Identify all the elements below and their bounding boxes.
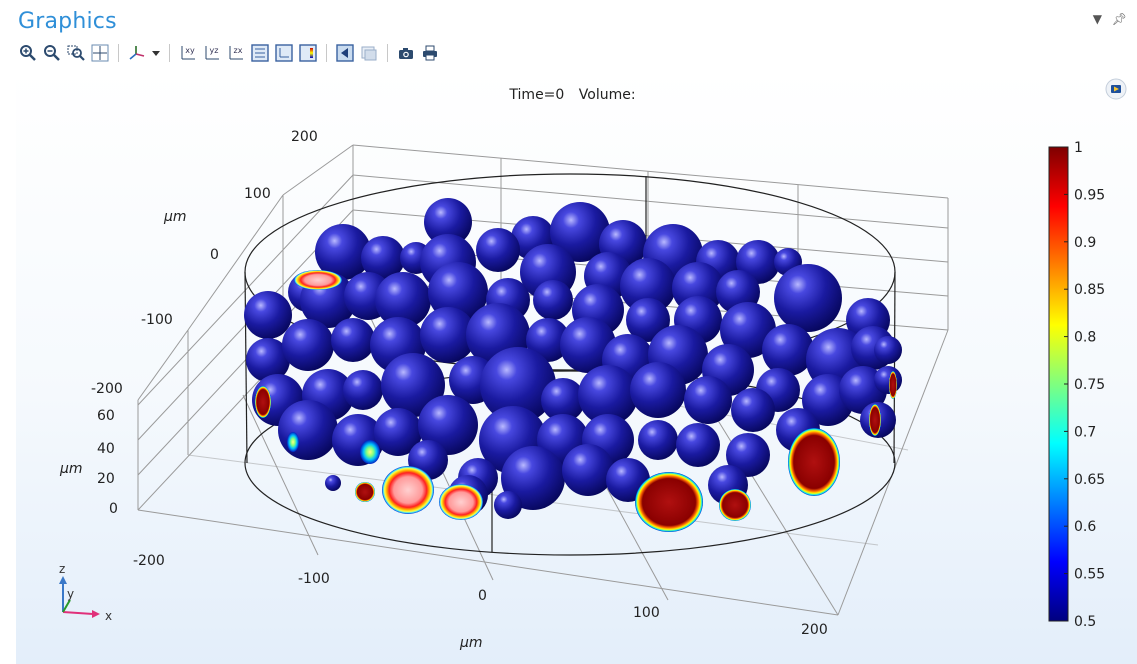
sphere-cross-section	[439, 484, 483, 520]
triad-z-label: z	[59, 562, 65, 576]
sphere	[762, 324, 814, 376]
x-tick-label: 0	[478, 588, 487, 604]
axis-triad: z y x	[59, 562, 112, 623]
sphere	[282, 319, 334, 371]
colorbar-tick-label: 0.9	[1074, 235, 1096, 251]
colorbar-tick-label: 0.6	[1074, 519, 1096, 535]
colorbar-tick-label: 0.85	[1074, 282, 1105, 298]
plot-3d[interactable]: 200 100 0 -100 -200 μm 60 40 20 0 μm -20…	[8, 0, 1137, 664]
colorbar-tick-label: 0.8	[1074, 330, 1096, 346]
z-unit-label: μm	[59, 461, 83, 477]
sphere-cross-section	[788, 428, 840, 496]
y-tick-label: 100	[244, 186, 271, 202]
sphere	[494, 491, 522, 519]
sphere-cross-section	[719, 489, 751, 521]
sphere	[638, 420, 678, 460]
sphere	[278, 400, 338, 460]
colorbar-tick-label: 0.5	[1074, 614, 1096, 630]
sphere	[343, 370, 383, 410]
triad-y-label: y	[67, 587, 74, 601]
sphere-cross-section	[889, 371, 897, 399]
y-unit-label: μm	[163, 209, 187, 225]
z-tick-label: 40	[97, 441, 115, 457]
x-tick-label: -200	[133, 553, 165, 569]
graphics-panel: Graphics ▼ 📌︎ xy yz zx Time=0 Volume: 20…	[8, 0, 1137, 664]
sphere-cross-section	[360, 440, 380, 464]
y-tick-label: 200	[291, 129, 318, 145]
sphere	[676, 423, 720, 467]
sphere	[331, 318, 375, 362]
sphere-packing	[244, 198, 902, 532]
sphere	[562, 444, 614, 496]
x-unit-label: μm	[459, 635, 483, 651]
sphere-cross-section	[869, 404, 881, 436]
sphere	[774, 264, 842, 332]
sphere	[476, 228, 520, 272]
z-tick-label: 60	[97, 408, 115, 424]
y-tick-label: -200	[91, 381, 123, 397]
sphere-cross-section	[635, 472, 703, 532]
y-tick-label: 0	[210, 247, 219, 263]
sphere	[325, 475, 341, 491]
sphere-cross-section	[287, 432, 299, 452]
sphere	[630, 362, 686, 418]
sphere-cross-section	[255, 386, 271, 418]
sphere-cross-section	[382, 466, 434, 514]
z-tick-label: 20	[97, 471, 115, 487]
sphere	[684, 376, 732, 424]
colorbar: 1 0.95 0.9 0.85 0.8 0.75 0.7 0.65 0.6 0.55 0.5	[1048, 140, 1105, 630]
triad-x-label: x	[105, 609, 112, 623]
sphere	[874, 336, 902, 364]
sphere-cross-section	[355, 482, 375, 502]
sphere	[533, 280, 573, 320]
colorbar-tick-label: 0.55	[1074, 567, 1105, 583]
x-tick-label: -100	[298, 571, 330, 587]
colorbar-tick-label: 1	[1074, 140, 1083, 156]
x-tick-label: 100	[633, 605, 660, 621]
colorbar-tick-label: 0.95	[1074, 187, 1105, 203]
colorbar-tick-label: 0.65	[1074, 472, 1105, 488]
sphere-cross-section	[294, 270, 342, 290]
z-tick-label: 0	[109, 501, 118, 517]
colorbar-tick-label: 0.75	[1074, 377, 1105, 393]
y-tick-label: -100	[141, 312, 173, 328]
sphere	[244, 291, 292, 339]
sphere	[874, 366, 902, 394]
x-tick-label: 200	[801, 622, 828, 638]
colorbar-tick-label: 0.7	[1074, 424, 1096, 440]
sphere	[731, 388, 775, 432]
